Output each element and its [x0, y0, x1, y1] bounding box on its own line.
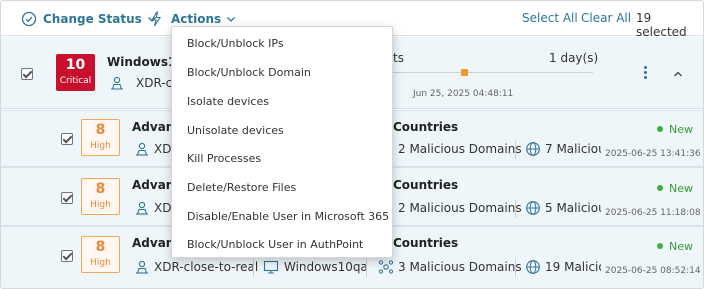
monitor-icon	[263, 260, 279, 274]
severity-score: 8	[95, 122, 106, 138]
status-badge: New	[657, 240, 693, 253]
chevron-down-icon	[227, 16, 236, 22]
timeline-date: Jun 25, 2025 04:48:11	[413, 89, 514, 99]
severity-score: 8	[95, 239, 106, 255]
chevron-up-icon[interactable]	[672, 68, 684, 80]
user-network-icon	[111, 76, 123, 90]
incident-device: Windows10qa	[284, 260, 368, 274]
divider	[253, 259, 254, 277]
actions-dropdown-menu: Block/Unblock IPs Block/Unblock Domain I…	[171, 26, 393, 258]
status-label: New	[669, 240, 693, 253]
network-nodes-icon	[378, 260, 394, 274]
severity-badge-high: 8 High	[81, 236, 120, 273]
severity-score: 8	[95, 181, 106, 197]
malicious-ips: 19 Malicio	[545, 260, 601, 274]
select-all-link[interactable]: Select All	[522, 11, 578, 25]
menu-item-unisolate-devices[interactable]: Unisolate devices	[172, 116, 392, 145]
divider	[515, 259, 516, 277]
status-label: New	[669, 182, 693, 195]
severity-badge-high: 8 High	[81, 119, 120, 156]
incident-title: Advanc	[132, 178, 172, 192]
status-badge: New	[657, 182, 693, 195]
clear-all-link[interactable]: Clear All	[581, 11, 631, 25]
timeline-track	[393, 72, 593, 73]
user-network-icon	[136, 201, 148, 215]
row-checkbox[interactable]	[61, 250, 73, 262]
status-dot	[657, 243, 663, 249]
change-status-label: Change Status	[43, 11, 142, 26]
actions-label: Actions	[171, 11, 222, 26]
severity-badge-high: 8 High	[81, 178, 120, 215]
status-label: New	[669, 123, 693, 136]
user-network-icon	[136, 260, 148, 274]
selected-count: 19 selected	[636, 11, 687, 39]
change-status-button[interactable]: Change Status	[21, 10, 158, 27]
lightning-icon	[151, 10, 162, 26]
severity-score: 10	[65, 57, 86, 73]
malicious-domains: 2 Malicious Domains	[398, 201, 522, 215]
menu-item-delete-restore-files[interactable]: Delete/Restore Files	[172, 173, 392, 202]
globe-icon	[526, 201, 540, 215]
menu-item-disable-enable-user-m365[interactable]: Disable/Enable User in Microsoft 365	[172, 202, 392, 231]
incident-source: XD	[154, 201, 171, 215]
incident-title-tail: Countries	[393, 178, 459, 192]
status-badge: New	[657, 123, 693, 136]
severity-label: High	[90, 258, 111, 268]
incident-title: Advanc	[132, 236, 172, 250]
timeline-label: ts	[393, 51, 404, 65]
incidents-panel: Change Status Actions Select All Clear A…	[0, 0, 704, 289]
menu-item-block-unblock-user-authpoint[interactable]: Block/Unblock User in AuthPoint	[172, 230, 392, 259]
device-title: Windows10	[107, 55, 171, 69]
actions-button[interactable]: Actions	[149, 10, 237, 27]
check-circle-icon	[21, 11, 37, 26]
incident-timestamp: 2025-06-25 08:52:14	[605, 266, 701, 276]
incident-source: XD	[154, 142, 171, 156]
malicious-ips: 5 Maliciou	[545, 201, 601, 215]
incident-title-tail: Countries	[393, 236, 459, 250]
status-dot	[657, 126, 663, 132]
menu-item-block-unblock-ips[interactable]: Block/Unblock IPs	[172, 29, 392, 58]
severity-badge-critical: 10 Critical	[56, 54, 95, 91]
divider	[366, 259, 367, 277]
incident-title-tail: Countries	[393, 120, 459, 134]
incident-timestamp: 2025-06-25 13:41:36	[605, 149, 701, 159]
incident-timestamp: 2025-06-25 11:18:08	[605, 208, 701, 218]
severity-label: Critical	[59, 76, 92, 86]
menu-item-kill-processes[interactable]: Kill Processes	[172, 144, 392, 173]
status-dot	[657, 185, 663, 191]
row-checkbox[interactable]	[61, 192, 73, 204]
timeline-marker[interactable]	[461, 69, 468, 76]
malicious-domains: 2 Malicious Domains	[398, 142, 522, 156]
globe-icon	[526, 142, 540, 156]
device-source: XDR-clo	[136, 76, 171, 90]
incident-source: XDR-close-to-real	[154, 260, 259, 274]
malicious-ips: 7 Maliciou	[545, 142, 601, 156]
user-network-icon	[136, 142, 148, 156]
incident-title: Advanc	[132, 120, 172, 134]
row-checkbox[interactable]	[61, 133, 73, 145]
menu-item-block-unblock-domain[interactable]: Block/Unblock Domain	[172, 58, 392, 87]
severity-label: High	[90, 200, 111, 210]
divider	[515, 200, 516, 218]
divider	[515, 141, 516, 159]
severity-label: High	[90, 141, 111, 151]
more-options-icon[interactable]	[644, 66, 648, 81]
row-checkbox[interactable]	[21, 68, 33, 80]
menu-item-isolate-devices[interactable]: Isolate devices	[172, 87, 392, 116]
timeline-duration: 1 day(s)	[549, 51, 599, 65]
globe-icon	[526, 260, 540, 274]
malicious-domains: 3 Malicious Domains	[398, 260, 522, 274]
